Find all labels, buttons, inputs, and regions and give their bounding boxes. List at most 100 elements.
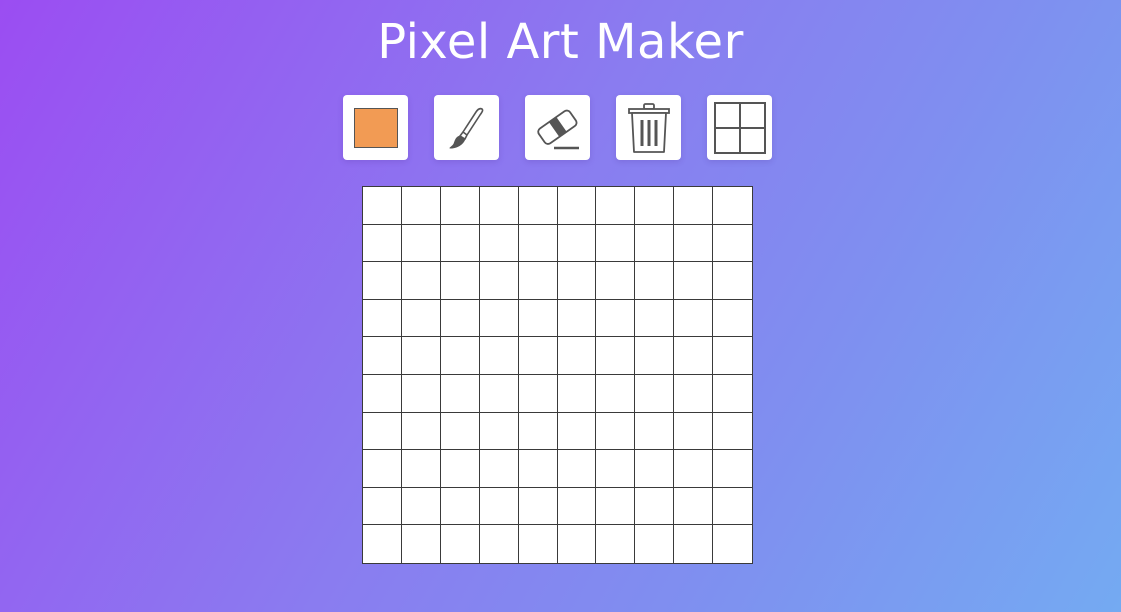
pixel-cell[interactable] bbox=[596, 262, 636, 300]
pixel-cell[interactable] bbox=[713, 225, 752, 263]
pixel-cell[interactable] bbox=[363, 450, 402, 488]
pixel-cell[interactable] bbox=[674, 525, 714, 563]
pixel-cell[interactable] bbox=[440, 374, 480, 413]
pixel-cell[interactable] bbox=[440, 337, 480, 375]
pixel-cell[interactable] bbox=[401, 487, 441, 526]
pixel-canvas[interactable] bbox=[362, 186, 753, 564]
pixel-cell[interactable] bbox=[479, 337, 519, 375]
pixel-cell[interactable] bbox=[440, 412, 480, 451]
pixel-cell[interactable] bbox=[674, 337, 714, 375]
pixel-cell[interactable] bbox=[635, 374, 675, 413]
pixel-cell[interactable] bbox=[557, 187, 597, 225]
pixel-cell[interactable] bbox=[558, 525, 597, 563]
eraser-button[interactable] bbox=[525, 95, 590, 160]
pixel-cell[interactable] bbox=[363, 299, 402, 338]
pixel-cell[interactable] bbox=[557, 262, 597, 300]
pixel-cell[interactable] bbox=[635, 450, 675, 488]
pixel-cell[interactable] bbox=[518, 262, 558, 300]
pixel-cell[interactable] bbox=[363, 262, 402, 300]
pixel-cell[interactable] bbox=[518, 487, 558, 526]
pixel-cell[interactable] bbox=[479, 374, 519, 413]
pixel-cell[interactable] bbox=[479, 299, 519, 338]
pixel-cell[interactable] bbox=[519, 525, 558, 563]
pixel-cell[interactable] bbox=[557, 224, 597, 263]
pixel-cell[interactable] bbox=[401, 187, 441, 225]
pixel-cell[interactable] bbox=[363, 224, 402, 263]
clear-button[interactable] bbox=[616, 95, 681, 160]
pixel-cell[interactable] bbox=[479, 450, 519, 488]
pixel-cell[interactable] bbox=[557, 487, 597, 526]
pixel-cell[interactable] bbox=[479, 487, 519, 526]
pixel-cell[interactable] bbox=[518, 224, 558, 263]
pixel-cell[interactable] bbox=[713, 300, 752, 338]
pixel-cell[interactable] bbox=[480, 525, 519, 563]
pixel-cell[interactable] bbox=[596, 487, 636, 526]
pixel-cell[interactable] bbox=[440, 487, 480, 526]
pixel-cell[interactable] bbox=[363, 525, 402, 563]
pixel-cell[interactable] bbox=[635, 262, 675, 300]
grid-toggle-button[interactable] bbox=[707, 95, 772, 160]
brush-button[interactable] bbox=[434, 95, 499, 160]
pixel-cell[interactable] bbox=[596, 299, 636, 338]
pixel-cell[interactable] bbox=[635, 487, 675, 526]
pixel-cell[interactable] bbox=[713, 375, 752, 413]
pixel-cell[interactable] bbox=[363, 412, 402, 451]
pixel-cell[interactable] bbox=[713, 488, 752, 526]
pixel-cell[interactable] bbox=[441, 525, 480, 563]
pixel-cell[interactable] bbox=[674, 299, 714, 338]
pixel-cell[interactable] bbox=[635, 224, 675, 263]
pixel-cell[interactable] bbox=[635, 299, 675, 338]
pixel-cell[interactable] bbox=[557, 450, 597, 488]
pixel-cell[interactable] bbox=[518, 412, 558, 451]
pixel-cell[interactable] bbox=[674, 187, 714, 225]
pixel-cell[interactable] bbox=[557, 374, 597, 413]
pixel-cell[interactable] bbox=[596, 187, 636, 225]
pixel-cell[interactable] bbox=[674, 262, 714, 300]
pixel-cell[interactable] bbox=[557, 337, 597, 375]
pixel-cell[interactable] bbox=[635, 525, 675, 563]
pixel-cell[interactable] bbox=[479, 412, 519, 451]
pixel-cell[interactable] bbox=[363, 487, 402, 526]
pixel-cell[interactable] bbox=[401, 262, 441, 300]
pixel-cell[interactable] bbox=[479, 187, 519, 225]
pixel-cell[interactable] bbox=[674, 487, 714, 526]
pixel-cell[interactable] bbox=[596, 450, 636, 488]
pixel-cell[interactable] bbox=[635, 187, 675, 225]
pixel-cell[interactable] bbox=[518, 337, 558, 375]
pixel-cell[interactable] bbox=[479, 262, 519, 300]
pixel-cell[interactable] bbox=[713, 262, 752, 300]
pixel-cell[interactable] bbox=[674, 450, 714, 488]
pixel-cell[interactable] bbox=[401, 337, 441, 375]
pixel-cell[interactable] bbox=[674, 224, 714, 263]
pixel-cell[interactable] bbox=[518, 374, 558, 413]
pixel-cell[interactable] bbox=[596, 525, 636, 563]
pixel-cell[interactable] bbox=[713, 450, 752, 488]
pixel-cell[interactable] bbox=[401, 299, 441, 338]
pixel-cell[interactable] bbox=[713, 525, 752, 563]
pixel-cell[interactable] bbox=[713, 337, 752, 375]
pixel-cell[interactable] bbox=[440, 224, 480, 263]
pixel-cell[interactable] bbox=[557, 299, 597, 338]
pixel-cell[interactable] bbox=[713, 413, 752, 451]
pixel-cell[interactable] bbox=[440, 187, 480, 225]
pixel-cell[interactable] bbox=[402, 525, 441, 563]
pixel-cell[interactable] bbox=[713, 187, 752, 225]
pixel-cell[interactable] bbox=[635, 412, 675, 451]
pixel-cell[interactable] bbox=[440, 299, 480, 338]
pixel-cell[interactable] bbox=[596, 224, 636, 263]
pixel-cell[interactable] bbox=[440, 262, 480, 300]
pixel-cell[interactable] bbox=[635, 337, 675, 375]
pixel-cell[interactable] bbox=[440, 450, 480, 488]
pixel-cell[interactable] bbox=[479, 224, 519, 263]
pixel-cell[interactable] bbox=[363, 374, 402, 413]
pixel-cell[interactable] bbox=[518, 450, 558, 488]
color-picker-button[interactable] bbox=[343, 95, 408, 160]
pixel-cell[interactable] bbox=[596, 412, 636, 451]
pixel-cell[interactable] bbox=[401, 450, 441, 488]
pixel-cell[interactable] bbox=[674, 412, 714, 451]
pixel-cell[interactable] bbox=[401, 224, 441, 263]
pixel-cell[interactable] bbox=[518, 299, 558, 338]
pixel-cell[interactable] bbox=[401, 374, 441, 413]
pixel-cell[interactable] bbox=[674, 374, 714, 413]
pixel-cell[interactable] bbox=[401, 412, 441, 451]
